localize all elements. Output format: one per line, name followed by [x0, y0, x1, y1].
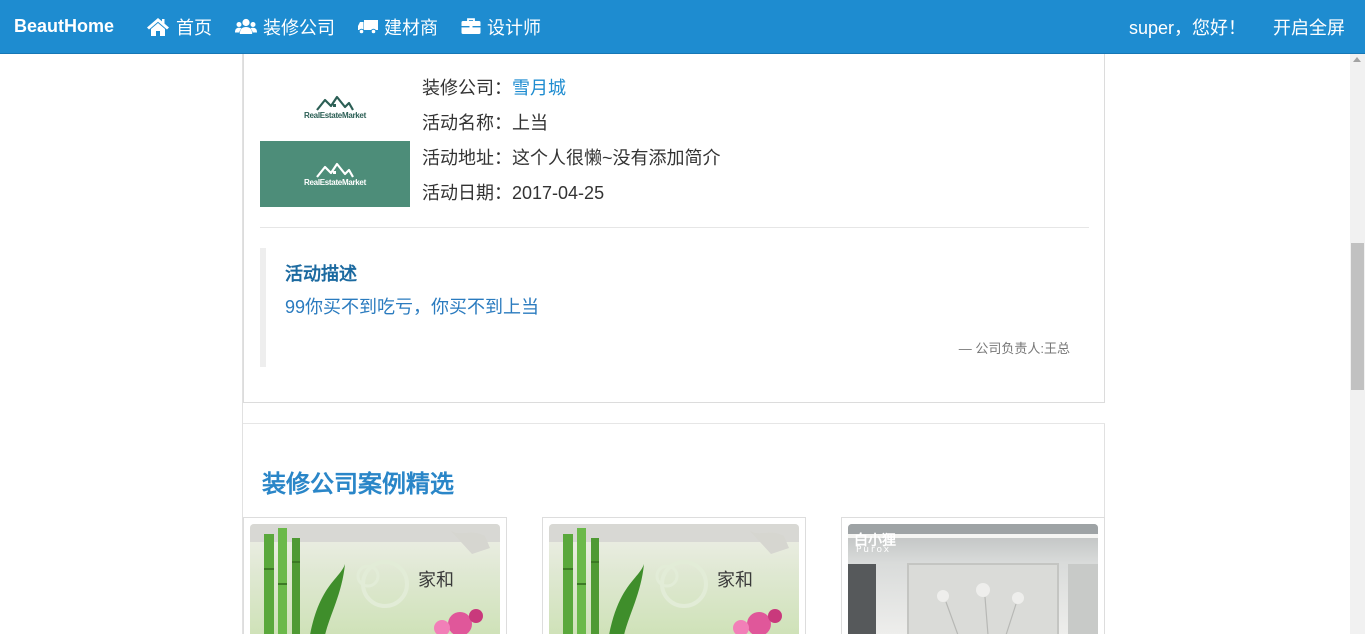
nav-item-companies[interactable]: 装修公司	[235, 14, 335, 40]
nav-item-materials[interactable]: 建材商	[358, 14, 438, 40]
info-address: 活动地址：这个人很懒~没有添加简介	[422, 146, 721, 181]
house-roof-icon	[316, 162, 354, 178]
bamboo-wall-art: 家和	[250, 524, 500, 634]
scroll-up-arrow-icon[interactable]	[1353, 57, 1361, 62]
scrollbar-thumb[interactable]	[1351, 243, 1364, 390]
nav-label-home: 首页	[176, 17, 212, 38]
fullscreen-button[interactable]: 开启全屏	[1273, 14, 1345, 40]
activity-card: RealEstateMarket RealEstateMarket 装修公司：雪…	[243, 54, 1105, 403]
nav-label-companies: 装修公司	[263, 17, 335, 38]
address-value: 这个人很懒~没有添加简介	[512, 148, 721, 168]
brand-logo[interactable]: BeautHome	[0, 16, 146, 37]
real-estate-logo-inverse: RealEstateMarket	[304, 162, 366, 187]
svg-text:家和: 家和	[717, 570, 753, 591]
thumbnail-bottom: RealEstateMarket	[260, 141, 410, 207]
case-image[interactable]: Purox 白小狸	[848, 524, 1098, 634]
company-link[interactable]: 雪月城	[512, 78, 566, 98]
house-roof-icon	[316, 95, 354, 111]
real-estate-logo: RealEstateMarket	[304, 95, 366, 120]
activity-info: 装修公司：雪月城 活动名称：上当 活动地址：这个人很懒~没有添加简介 活动日期：…	[422, 76, 721, 216]
truck-icon	[358, 19, 378, 34]
case-card[interactable]: 家和	[243, 517, 507, 634]
divider	[260, 227, 1089, 228]
nav-right: super，您好！ 开启全屏	[1129, 0, 1365, 54]
thumbnail-top: RealEstateMarket	[260, 74, 410, 141]
svg-text:家和: 家和	[418, 570, 454, 591]
nav-item-home[interactable]: 首页	[146, 14, 212, 40]
description-author: — 公司负责人:王总	[958, 341, 1070, 356]
case-brand-text: 白小狸	[854, 532, 896, 548]
case-card[interactable]: Purox 白小狸	[841, 517, 1105, 634]
company-label: 装修公司：	[422, 78, 512, 98]
description-title: 活动描述	[285, 264, 357, 284]
logo-text: RealEstateMarket	[304, 177, 366, 187]
description-text: 99你买不到吃亏，你买不到上当	[285, 297, 540, 317]
date-value: 2017-04-25	[512, 183, 605, 203]
content-column: RealEstateMarket RealEstateMarket 装修公司：雪…	[242, 54, 1105, 634]
section-separator	[243, 403, 1105, 424]
case-image[interactable]: 家和	[549, 524, 799, 634]
users-icon	[235, 18, 257, 34]
logo-text: RealEstateMarket	[304, 111, 366, 120]
date-label: 活动日期：	[422, 183, 512, 203]
case-card[interactable]: 家和	[542, 517, 806, 634]
cases-section-title: 装修公司案例精选	[262, 471, 454, 498]
name-value: 上当	[512, 113, 548, 133]
home-icon	[147, 17, 169, 36]
info-name: 活动名称：上当	[422, 111, 721, 146]
name-label: 活动名称：	[422, 113, 512, 133]
description-blockquote: 活动描述 99你买不到吃亏，你买不到上当 — 公司负责人:王总	[260, 248, 1089, 367]
bamboo-wall-art: 家和	[549, 524, 799, 634]
address-label: 活动地址：	[422, 148, 512, 168]
top-navbar: BeautHome 首页 装修公司 建材商 设计师 super，您好！ 开启全屏	[0, 0, 1365, 54]
nav-label-designers: 设计师	[487, 17, 541, 38]
info-company: 装修公司：雪月城	[422, 76, 721, 111]
activity-thumbnail[interactable]: RealEstateMarket RealEstateMarket	[260, 74, 410, 207]
nav-label-materials: 建材商	[384, 17, 438, 38]
case-image[interactable]: 家和	[250, 524, 500, 634]
info-date: 活动日期：2017-04-25	[422, 181, 721, 216]
nav-item-designers[interactable]: 设计师	[461, 14, 541, 40]
user-greeting[interactable]: super，您好！	[1129, 14, 1246, 40]
briefcase-icon	[461, 18, 481, 34]
vertical-scrollbar[interactable]	[1350, 54, 1365, 634]
